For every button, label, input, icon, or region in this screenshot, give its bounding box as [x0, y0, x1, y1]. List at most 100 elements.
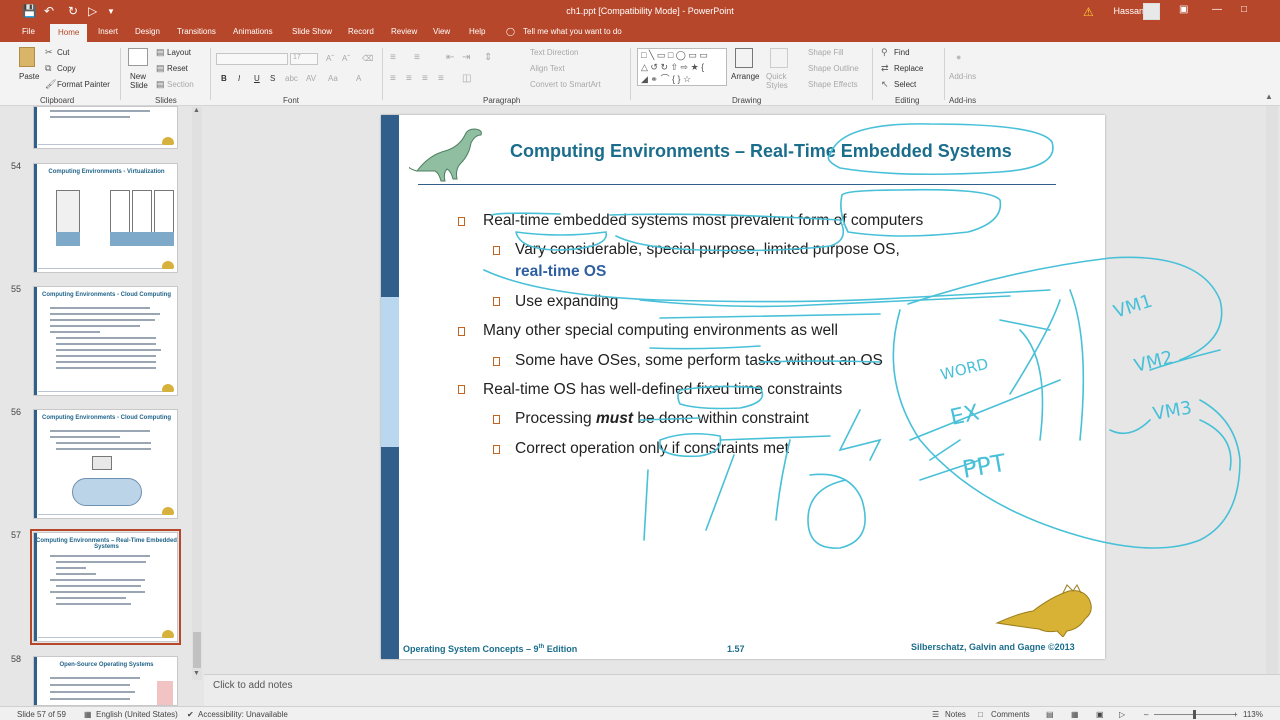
slide-thumbnail[interactable]: Computing Environments - Cloud Computing — [33, 286, 178, 396]
new-slide-button[interactable]: New Slide — [130, 72, 152, 90]
bullet-level-2-highlight[interactable]: real-time OS — [515, 263, 606, 281]
character-spacing-icon[interactable]: AV — [306, 74, 316, 83]
font-name-box[interactable] — [216, 53, 288, 65]
bullet-level-2[interactable]: Vary considerable, special purpose, limi… — [515, 241, 900, 259]
slide-title[interactable]: Computing Environments – Real-Time Embed… — [510, 141, 1012, 162]
bullet-level-2[interactable]: Some have OSes, some perform tasks witho… — [515, 352, 883, 370]
spelling-icon[interactable]: ▦ — [84, 710, 92, 719]
tab-help[interactable]: Help — [469, 27, 485, 36]
scroll-thumb[interactable] — [193, 632, 201, 668]
center-icon[interactable]: ≡ — [406, 73, 412, 84]
strikethrough-icon[interactable]: abc — [285, 74, 298, 83]
thumbnail-scrollbar[interactable]: ▲ ▼ — [192, 107, 202, 680]
layout-button[interactable]: Layout — [167, 48, 191, 57]
copy-icon[interactable]: ⧉ — [45, 63, 51, 74]
format-painter-button[interactable]: Format Painter — [57, 80, 110, 89]
clear-formatting-icon[interactable]: ⌫ — [362, 54, 373, 63]
arrange-button[interactable]: Arrange — [731, 72, 759, 81]
quick-styles-icon[interactable] — [770, 48, 788, 68]
arrange-icon[interactable] — [735, 48, 753, 68]
tab-record[interactable]: Record — [348, 27, 374, 36]
reset-icon[interactable]: ▤ — [156, 63, 165, 74]
slide-thumbnail-selected[interactable]: Computing Environments – Real-Time Embed… — [30, 529, 181, 645]
scissors-icon[interactable]: ✂ — [45, 47, 53, 58]
select-icon[interactable]: ↖ — [881, 79, 889, 90]
increase-indent-icon[interactable]: ⇥ — [462, 52, 470, 63]
slide-show-icon[interactable]: ▷ — [1119, 710, 1125, 719]
reset-button[interactable]: Reset — [167, 64, 188, 73]
zoom-slider-thumb[interactable] — [1193, 710, 1196, 719]
section-button[interactable]: Section — [167, 80, 194, 89]
tab-animations[interactable]: Animations — [233, 27, 273, 36]
shape-outline-button[interactable]: Shape Outline — [808, 64, 859, 73]
bullet-level-1[interactable]: Many other special computing environment… — [483, 322, 838, 340]
bullets-icon[interactable]: ≡ — [390, 52, 396, 63]
tab-view[interactable]: View — [433, 27, 450, 36]
accessibility-status[interactable]: Accessibility: Unavailable — [198, 710, 288, 719]
tab-design[interactable]: Design — [135, 27, 160, 36]
slide-canvas[interactable]: Computing Environments – Real-Time Embed… — [381, 115, 1105, 659]
text-direction-button[interactable]: Text Direction — [530, 48, 578, 57]
notes-pane[interactable]: Click to add notes — [204, 674, 1280, 706]
align-right-icon[interactable]: ≡ — [422, 73, 428, 84]
underline-icon[interactable]: U — [254, 74, 260, 83]
slide-thumbnail[interactable]: Computing Environments - Virtualization — [33, 163, 178, 273]
ribbon-display-options-icon[interactable]: ▣ — [1179, 4, 1188, 15]
shrink-font-icon[interactable]: Aˇ — [342, 54, 350, 63]
replace-icon[interactable]: ⇄ — [881, 63, 889, 74]
align-text-button[interactable]: Align Text — [530, 64, 565, 73]
quick-styles-button[interactable]: Quick Styles — [766, 72, 794, 90]
select-button[interactable]: Select — [894, 80, 916, 89]
reading-view-icon[interactable]: ▣ — [1096, 710, 1104, 719]
cut-button[interactable]: Cut — [57, 48, 69, 57]
comments-toggle[interactable]: Comments — [991, 710, 1030, 719]
tab-slide-show[interactable]: Slide Show — [292, 27, 332, 36]
shape-fill-button[interactable]: Shape Fill — [808, 48, 844, 57]
normal-view-icon[interactable]: ▤ — [1046, 710, 1054, 719]
slide-thumbnail[interactable]: Computing Environments - Cloud Computing — [33, 409, 178, 519]
accessibility-icon[interactable]: ✔ — [187, 710, 194, 719]
editor-scrollbar[interactable] — [1266, 106, 1278, 674]
columns-icon[interactable]: ◫ — [462, 73, 471, 84]
minimize-icon[interactable]: — — [1212, 4, 1222, 15]
notes-icon[interactable]: ☰ — [932, 710, 939, 719]
bullet-level-2[interactable]: Correct operation only if constraints me… — [515, 440, 789, 458]
avatar[interactable] — [1143, 3, 1160, 20]
shapes-gallery[interactable]: □ ╲ ▭ □ ◯ ▭ ▭ △ ↺ ↻ ⇧ ⇨ ★ {◢ ⚭ ⌒ { } ☆ — [637, 48, 727, 86]
slide-sorter-icon[interactable]: ▦ — [1071, 710, 1079, 719]
find-button[interactable]: Find — [894, 48, 910, 57]
scroll-down-icon[interactable]: ▼ — [193, 670, 200, 677]
paste-icon[interactable] — [19, 47, 35, 67]
change-case-icon[interactable]: Aa — [328, 74, 338, 83]
justify-icon[interactable]: ≡ — [438, 73, 444, 84]
numbering-icon[interactable]: ≡ — [414, 52, 420, 63]
zoom-out-icon[interactable]: – — [1144, 710, 1148, 719]
bullet-level-1[interactable]: Real-time embedded systems most prevalen… — [483, 212, 923, 230]
tab-home[interactable]: Home — [50, 24, 88, 42]
line-spacing-icon[interactable]: ⇕ — [484, 52, 492, 63]
font-size-box[interactable]: 17 — [290, 53, 318, 65]
font-color-icon[interactable]: A — [356, 74, 361, 83]
tab-file[interactable]: File — [22, 27, 35, 36]
add-ins-button[interactable]: Add-ins — [949, 72, 976, 81]
paste-button[interactable]: Paste — [19, 72, 39, 81]
tab-transitions[interactable]: Transitions — [177, 27, 216, 36]
layout-icon[interactable]: ▤ — [156, 47, 165, 58]
notes-toggle[interactable]: Notes — [945, 710, 966, 719]
bold-icon[interactable]: B — [221, 74, 227, 83]
scroll-up-icon[interactable]: ▲ — [193, 107, 200, 114]
section-icon[interactable]: ▤ — [156, 79, 165, 90]
bullet-level-2[interactable]: Use expanding — [515, 293, 618, 311]
notes-placeholder[interactable]: Click to add notes — [213, 680, 293, 691]
maximize-icon[interactable]: □ — [1241, 4, 1247, 15]
convert-smartart-button[interactable]: Convert to SmartArt — [530, 80, 601, 89]
bullet-level-2[interactable]: Processing must be done within constrain… — [515, 410, 809, 428]
tab-insert[interactable]: Insert — [98, 27, 118, 36]
decrease-indent-icon[interactable]: ⇤ — [446, 52, 454, 63]
language-indicator[interactable]: English (United States) — [96, 710, 178, 719]
bullet-level-1[interactable]: Real-time OS has well-defined fixed time… — [483, 381, 842, 399]
align-left-icon[interactable]: ≡ — [390, 73, 396, 84]
replace-button[interactable]: Replace — [894, 64, 923, 73]
zoom-level[interactable]: 113% — [1243, 710, 1263, 719]
tell-me-search[interactable]: Tell me what you want to do — [523, 27, 622, 36]
